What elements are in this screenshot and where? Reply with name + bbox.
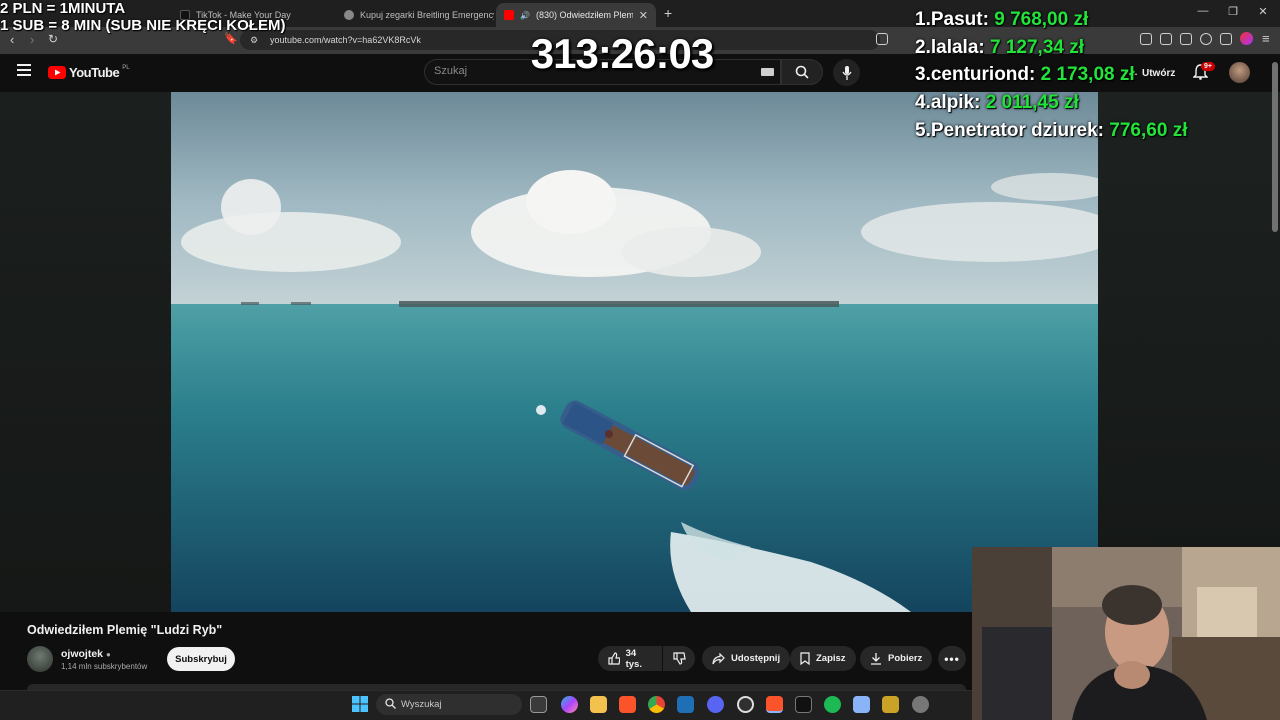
channel-subscriber-count: 1,14 mln subskrybentów: [61, 662, 148, 671]
youtube-favicon-icon: [504, 10, 514, 20]
thumbs-down-icon: [672, 652, 686, 665]
settings-gear-icon[interactable]: [912, 696, 929, 713]
webcam-overlay: [972, 547, 1280, 720]
taskbar-search-placeholder: Wyszukaj: [401, 699, 442, 710]
leaderboard-row: 5.Penetrator dziurek: 776,60 zł: [915, 120, 1188, 141]
video-frame: [171, 92, 1098, 612]
start-button[interactable]: [352, 696, 368, 712]
leaderboard-row: 2.lalala: 7 127,34 zł: [915, 37, 1085, 58]
taskbar-search-icon: [385, 698, 396, 709]
menu-icon[interactable]: ≡: [1262, 31, 1270, 46]
close-tab-icon[interactable]: ✕: [639, 9, 648, 22]
save-bookmark-icon: [800, 652, 810, 665]
channel-name[interactable]: ojwojtek ●: [61, 648, 111, 660]
download-label: Pobierz: [888, 653, 923, 664]
youtube-logo-text: YouTube: [69, 65, 120, 80]
obs-icon[interactable]: [737, 696, 754, 713]
game-launcher-icon[interactable]: [882, 696, 899, 713]
tab-label: (830) Odwiedziłem Plemię "Ludzi Ryb": [535, 10, 633, 20]
share-icon: [712, 652, 725, 664]
search-button[interactable]: [781, 59, 823, 85]
download-icon: [871, 653, 881, 665]
share-button[interactable]: Udostępnij: [702, 646, 791, 671]
close-window-icon[interactable]: ✕: [1248, 5, 1278, 18]
region-label: PL: [122, 64, 130, 71]
like-count: 34 tys.: [625, 647, 642, 670]
create-label: Utwórz: [1142, 68, 1176, 79]
profile-icon[interactable]: [1240, 32, 1253, 45]
verified-icon: ●: [105, 650, 111, 659]
new-tab-button[interactable]: +: [664, 5, 672, 21]
hamburger-menu-icon[interactable]: [17, 64, 31, 76]
tab-label: Kupuj zegarki Breitling Emergency II: [360, 10, 494, 20]
shield-icon[interactable]: [1220, 33, 1232, 45]
ambient-left: [0, 92, 171, 612]
leaderboard-row: 1.Pasut: 9 768,00 zł: [915, 9, 1089, 30]
create-button[interactable]: ＋ Utwórz: [1128, 66, 1175, 81]
scrollbar-thumb[interactable]: [1272, 62, 1278, 232]
back-icon[interactable]: ‹: [10, 32, 14, 47]
spotify-icon[interactable]: [824, 696, 841, 713]
store-icon[interactable]: [677, 696, 694, 713]
subscription-rate-line: 1 SUB = 8 MIN (SUB NIE KRĘCI KOŁEM): [0, 17, 286, 34]
page-scrollbar[interactable]: [1270, 54, 1280, 554]
forward-icon[interactable]: ›: [30, 32, 34, 47]
youtube-logo[interactable]: YouTube PL: [48, 65, 130, 80]
search-icon: [795, 65, 809, 79]
save-button[interactable]: Zapisz: [790, 646, 856, 671]
leaderboard-row: 4.alpik: 2 011,45 zł: [915, 92, 1079, 113]
notification-badge: 9+: [1201, 62, 1215, 71]
globe-favicon-icon: [344, 10, 354, 20]
reload-icon[interactable]: ↻: [48, 32, 58, 46]
more-actions-button[interactable]: •••: [938, 646, 966, 671]
tab-youtube-active[interactable]: 🔊 (830) Odwiedziłem Plemię "Ludzi Ryb" ✕: [496, 3, 656, 27]
channel-avatar[interactable]: [27, 646, 53, 672]
video-title: Odwiedziłem Plemię "Ludzi Ryb": [27, 623, 223, 637]
chrome-icon[interactable]: [648, 696, 665, 713]
like-button[interactable]: 34 tys.: [598, 646, 662, 671]
leo-icon[interactable]: [1200, 33, 1212, 45]
keyboard-icon[interactable]: [761, 68, 774, 76]
tab-breitling[interactable]: Kupuj zegarki Breitling Emergency II: [336, 3, 494, 27]
windows-logo-icon: [352, 696, 368, 712]
download-button[interactable]: Pobierz: [860, 646, 933, 671]
youtube-play-icon: [48, 66, 66, 79]
account-avatar[interactable]: [1229, 62, 1250, 83]
microphone-icon: [841, 65, 852, 80]
speaker-icon: 🔊: [520, 10, 530, 20]
share-label: Udostępnij: [731, 653, 781, 664]
thumbs-up-icon: [608, 652, 620, 665]
copilot-icon[interactable]: [561, 696, 578, 713]
cast-icon[interactable]: [876, 33, 888, 45]
donation-rate-line: 2 PLN = 1MINUTA: [0, 0, 126, 17]
subathon-timer: 313:26:03: [530, 30, 714, 77]
maximize-window-icon[interactable]: ❐: [1218, 5, 1248, 18]
file-explorer-icon[interactable]: [590, 696, 607, 713]
url-text: youtube.com/watch?v=ha62VK8RcVk: [270, 35, 421, 45]
save-label: Zapisz: [816, 653, 846, 664]
voice-search-button[interactable]: [833, 59, 860, 86]
leaderboard-row: 3.centuriond: 2 173,08 zł: [915, 64, 1135, 85]
wallet-icon[interactable]: [1180, 33, 1192, 45]
task-view-icon[interactable]: [530, 696, 547, 713]
extension-copy-icon[interactable]: [1160, 33, 1172, 45]
ambient-right: [1098, 92, 1280, 612]
calculator-icon[interactable]: [853, 696, 870, 713]
brave-active-icon[interactable]: [766, 696, 783, 713]
video-player[interactable]: [171, 92, 1098, 612]
muza-app-icon[interactable]: [795, 696, 812, 713]
more-horizontal-icon: •••: [944, 651, 960, 666]
extension-music-icon[interactable]: [1140, 33, 1152, 45]
taskbar-search-input[interactable]: [376, 694, 522, 715]
discord-icon[interactable]: [707, 696, 724, 713]
dislike-button[interactable]: [663, 646, 695, 671]
search-placeholder: Szukaj: [434, 65, 468, 77]
webcam-feed: [972, 547, 1280, 720]
site-info-icon[interactable]: ⚙: [250, 35, 258, 46]
channel-name-text: ojwojtek: [61, 648, 104, 660]
minimize-window-icon[interactable]: —: [1188, 5, 1218, 17]
brave-browser-icon[interactable]: [619, 696, 636, 713]
subscribe-button[interactable]: Subskrybuj: [167, 647, 235, 671]
